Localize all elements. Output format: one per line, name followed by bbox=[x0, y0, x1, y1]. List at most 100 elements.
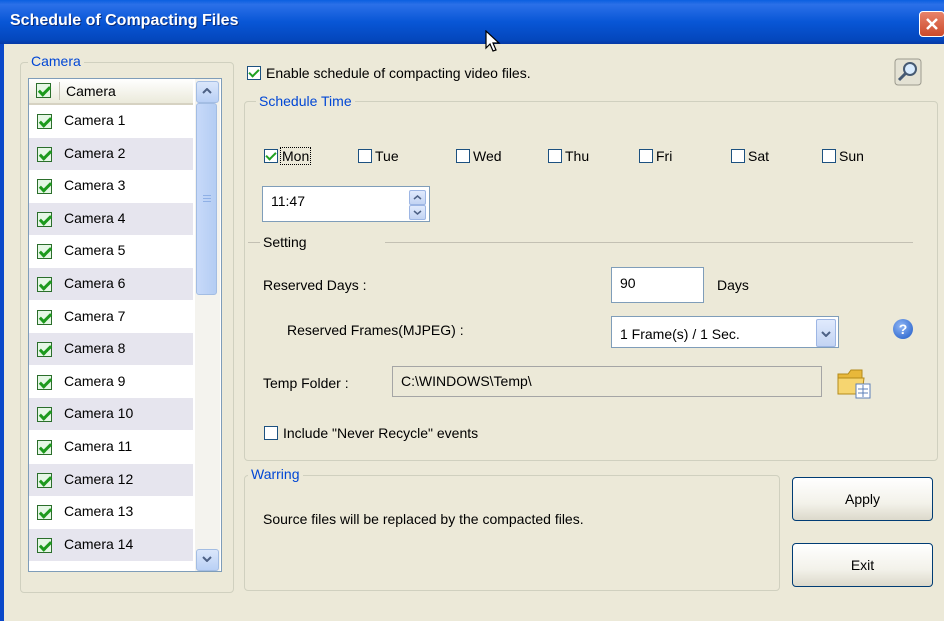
day-tue[interactable]: Tue bbox=[358, 147, 399, 164]
camera-checkbox[interactable] bbox=[37, 244, 52, 260]
camera-list-item[interactable]: Camera 3 bbox=[29, 170, 193, 202]
day-checkbox[interactable] bbox=[548, 149, 562, 164]
reserved-days-input[interactable]: 90 bbox=[611, 267, 704, 303]
day-checkbox[interactable] bbox=[731, 149, 745, 164]
camera-label: Camera 4 bbox=[64, 209, 126, 226]
camera-checkbox[interactable] bbox=[37, 342, 52, 358]
camera-checkbox[interactable] bbox=[37, 146, 52, 162]
days-unit-label: Days bbox=[717, 277, 749, 293]
camera-list-scrollbar[interactable] bbox=[195, 79, 220, 571]
never-recycle-checkbox[interactable] bbox=[264, 426, 278, 440]
camera-label: Camera 3 bbox=[64, 177, 126, 194]
time-value: 11:47 bbox=[271, 193, 305, 209]
day-mon[interactable]: Mon bbox=[264, 147, 312, 166]
camera-label: Camera 11 bbox=[64, 438, 133, 454]
scroll-up-button[interactable] bbox=[196, 81, 219, 103]
camera-checkbox[interactable] bbox=[37, 505, 52, 521]
camera-label: Camera 6 bbox=[64, 275, 126, 291]
time-down-button[interactable] bbox=[409, 205, 426, 220]
time-up-button[interactable] bbox=[409, 190, 426, 205]
exit-button[interactable]: Exit bbox=[792, 543, 933, 587]
chevron-down-icon bbox=[821, 331, 831, 337]
day-label: Sun bbox=[839, 148, 864, 165]
camera-label: Camera 10 bbox=[64, 405, 134, 422]
setting-title: Setting bbox=[263, 234, 307, 250]
camera-checkbox[interactable] bbox=[37, 277, 52, 292]
day-sun[interactable]: Sun bbox=[822, 147, 864, 164]
camera-list-item[interactable]: Camera 2 bbox=[29, 137, 193, 170]
day-label: Mon bbox=[279, 147, 312, 166]
window-border bbox=[0, 44, 4, 621]
camera-label: Camera 9 bbox=[64, 372, 126, 389]
select-all-checkbox[interactable] bbox=[36, 83, 51, 98]
schedule-time-legend: Schedule Time bbox=[256, 93, 355, 109]
day-fri[interactable]: Fri bbox=[639, 147, 672, 164]
apply-button[interactable]: Apply bbox=[792, 477, 933, 521]
camera-list-item[interactable]: Camera 4 bbox=[29, 202, 193, 235]
camera-label: Camera 5 bbox=[64, 242, 126, 259]
never-recycle-label: Include "Never Recycle" events bbox=[283, 425, 479, 441]
day-label: Thu bbox=[565, 148, 590, 165]
camera-list-item[interactable]: Camera 11 bbox=[29, 431, 193, 463]
window-title: Schedule of Compacting Files bbox=[10, 12, 239, 29]
warning-message: Source files will be replaced by the com… bbox=[263, 511, 584, 527]
help-icon[interactable]: ? bbox=[893, 319, 913, 339]
camera-label: Camera 13 bbox=[64, 503, 134, 520]
reserved-days-value: 90 bbox=[620, 275, 636, 291]
scroll-down-button[interactable] bbox=[196, 549, 219, 571]
day-checkbox[interactable] bbox=[456, 149, 470, 164]
camera-list-item[interactable]: Camera 8 bbox=[29, 333, 193, 366]
time-spinner[interactable]: 11:47 bbox=[262, 186, 430, 222]
day-checkbox[interactable] bbox=[822, 149, 836, 164]
camera-label: Camera 12 bbox=[64, 470, 134, 487]
close-button[interactable] bbox=[919, 11, 944, 37]
camera-list-item[interactable]: Camera 6 bbox=[29, 268, 193, 300]
camera-list-item[interactable]: Camera 13 bbox=[29, 496, 193, 528]
camera-checkbox[interactable] bbox=[37, 472, 52, 488]
camera-list-item[interactable]: Camera 10 bbox=[29, 398, 193, 431]
mouse-cursor-icon bbox=[485, 30, 501, 52]
camera-checkbox[interactable] bbox=[37, 407, 52, 423]
day-label: Fri bbox=[656, 148, 673, 165]
day-label: Sat bbox=[748, 148, 770, 165]
title-bar: Schedule of Compacting Files bbox=[0, 0, 944, 44]
dialog-window: Schedule of Compacting Files Camera Came… bbox=[0, 0, 944, 621]
camera-checkbox[interactable] bbox=[37, 211, 52, 227]
camera-list-item[interactable]: Camera 14 bbox=[29, 528, 193, 561]
camera-checkbox[interactable] bbox=[37, 374, 52, 390]
day-checkbox[interactable] bbox=[639, 149, 653, 164]
day-label: Tue bbox=[375, 148, 399, 165]
chevron-up-icon bbox=[202, 88, 212, 94]
temp-folder-field[interactable]: C:\WINDOWS\Temp\ bbox=[392, 366, 822, 397]
camera-list-item[interactable]: Camera 1 bbox=[29, 105, 193, 137]
search-preview-icon[interactable] bbox=[894, 58, 924, 86]
day-checkbox[interactable] bbox=[358, 149, 372, 164]
setting-divider bbox=[385, 242, 913, 243]
temp-folder-value: C:\WINDOWS\Temp\ bbox=[401, 373, 532, 389]
chevron-down-icon bbox=[202, 556, 212, 562]
camera-checkbox[interactable] bbox=[37, 179, 52, 195]
enable-schedule-checkbox[interactable] bbox=[247, 66, 261, 80]
camera-checkbox[interactable] bbox=[37, 440, 52, 455]
camera-checkbox[interactable] bbox=[37, 537, 52, 553]
camera-list-item[interactable]: Camera 12 bbox=[29, 463, 193, 496]
browse-folder-icon[interactable] bbox=[836, 366, 872, 400]
camera-checkbox[interactable] bbox=[37, 309, 52, 325]
camera-list-item[interactable]: Camera 7 bbox=[29, 301, 193, 333]
day-label: Wed bbox=[473, 148, 502, 165]
camera-checkbox[interactable] bbox=[37, 114, 52, 129]
scroll-thumb[interactable] bbox=[196, 103, 217, 295]
day-checkbox[interactable] bbox=[264, 149, 278, 164]
reserved-frames-select[interactable]: 1 Frame(s) / 1 Sec. bbox=[611, 316, 839, 348]
chevron-up-icon bbox=[413, 195, 422, 200]
temp-folder-label: Temp Folder : bbox=[263, 375, 349, 391]
day-thu[interactable]: Thu bbox=[548, 147, 589, 164]
camera-list-item[interactable]: Camera 9 bbox=[29, 366, 193, 398]
dropdown-button[interactable] bbox=[816, 319, 836, 347]
day-sat[interactable]: Sat bbox=[731, 147, 769, 164]
day-wed[interactable]: Wed bbox=[456, 147, 502, 164]
camera-label: Camera 14 bbox=[64, 535, 134, 552]
camera-group-legend: Camera bbox=[28, 53, 84, 69]
camera-list-header[interactable]: Camera bbox=[29, 79, 193, 105]
camera-list-item[interactable]: Camera 5 bbox=[29, 235, 193, 267]
